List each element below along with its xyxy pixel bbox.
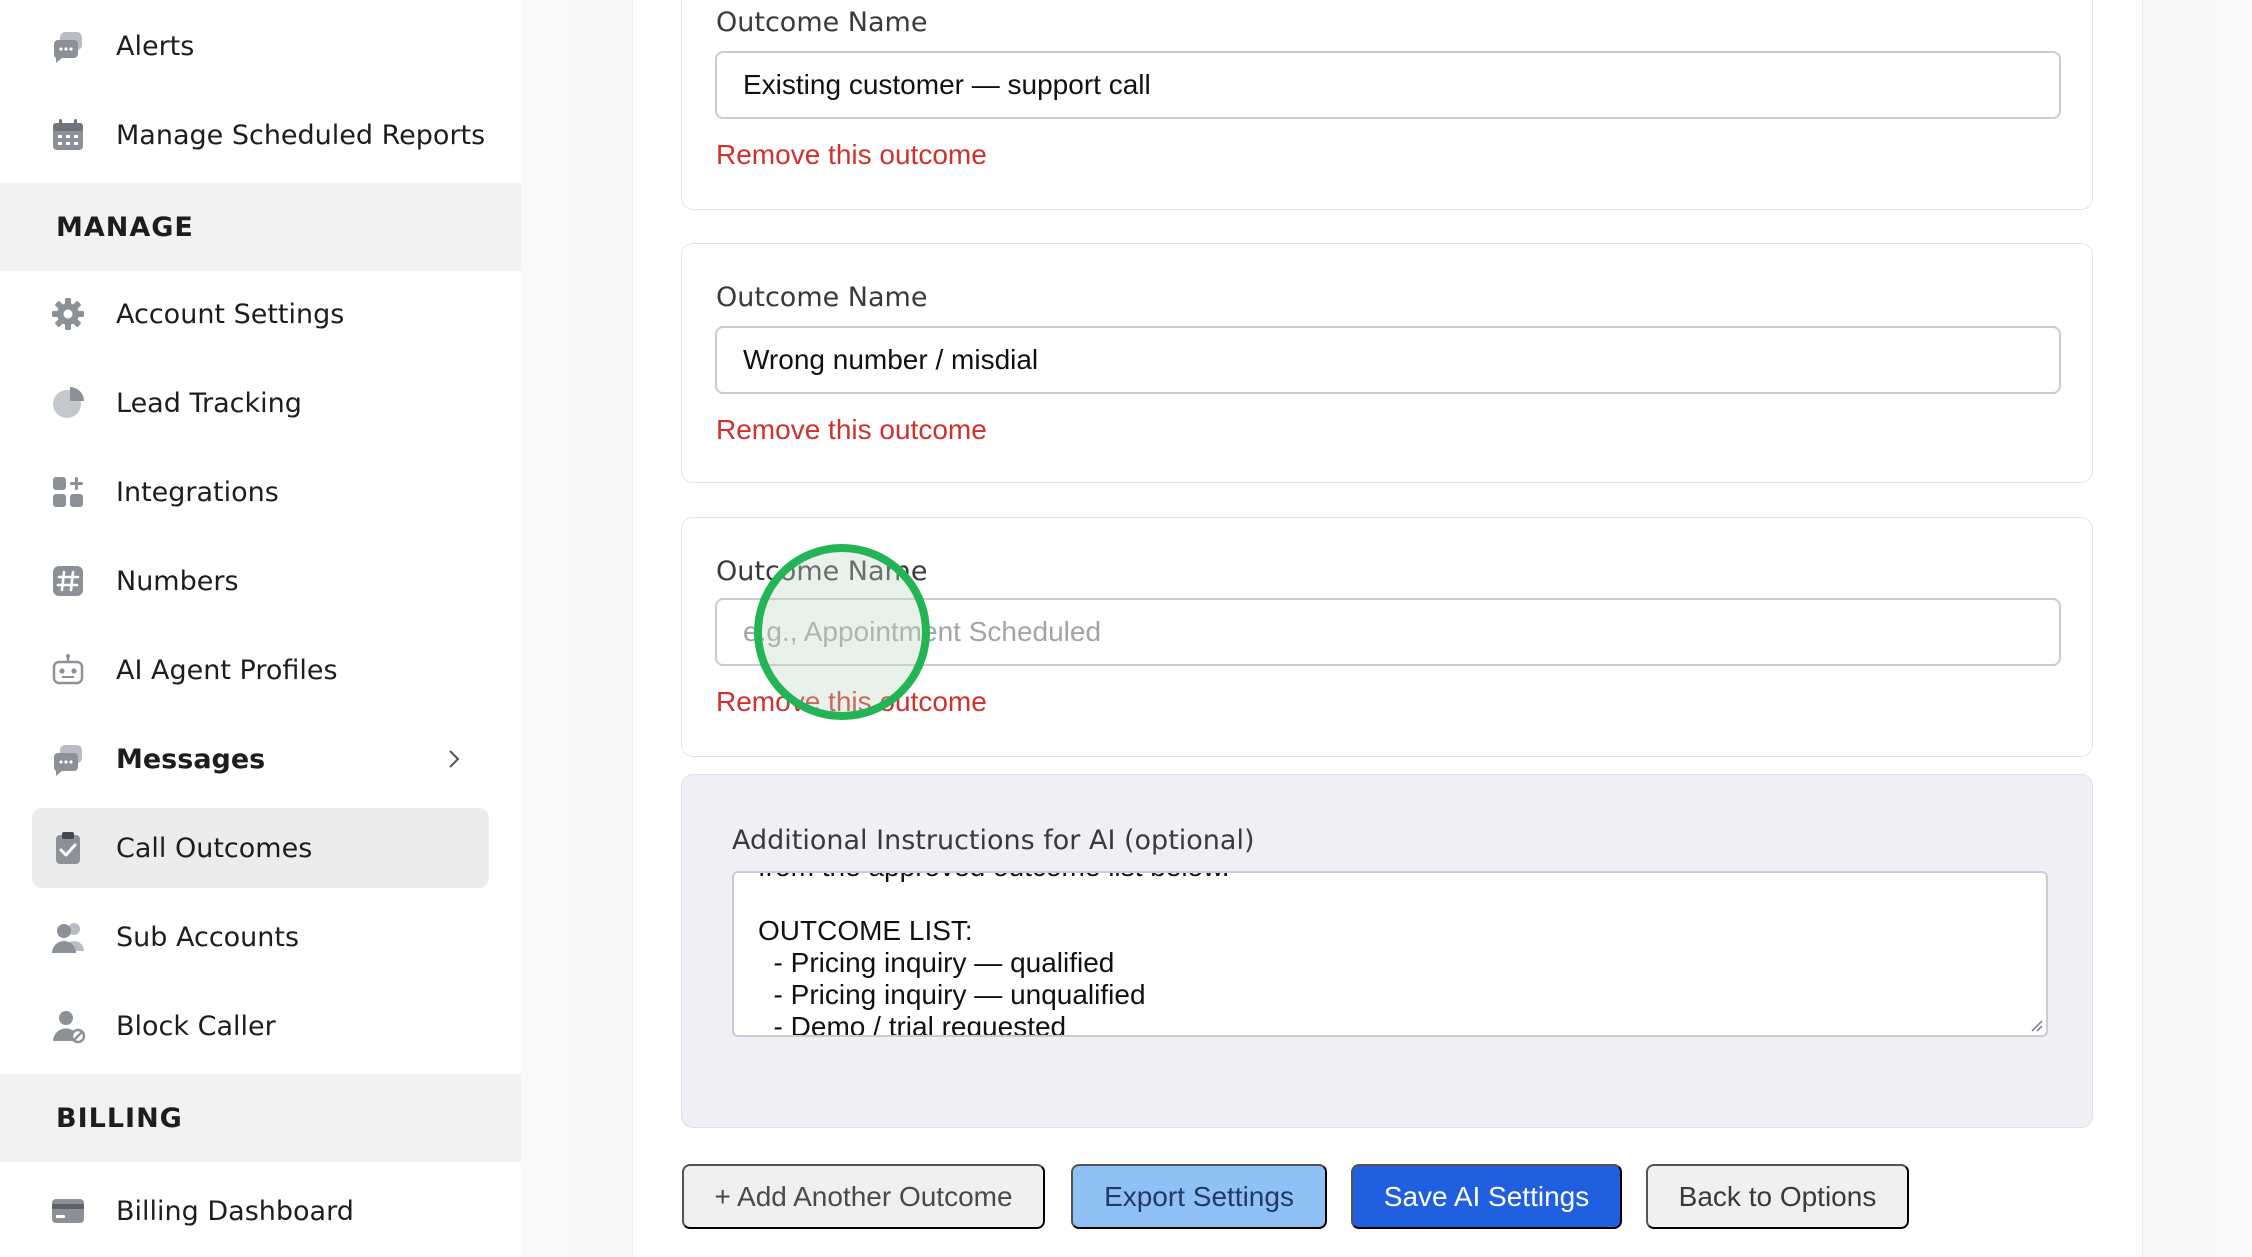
section-heading-billing: BILLING — [0, 1074, 521, 1162]
resize-grip-icon[interactable] — [2028, 1017, 2044, 1033]
grid-plus-icon — [40, 452, 96, 532]
outcome-card: Outcome Name Remove this outcome — [681, 243, 2093, 483]
outcome-card: Outcome Name Remove this outcome — [681, 0, 2093, 210]
sidebar-item-ai-agent-profiles[interactable]: AI Agent Profiles — [32, 630, 489, 710]
sidebar-item-label: Manage Scheduled Reports — [116, 119, 486, 151]
back-to-options-button[interactable]: Back to Options — [1646, 1164, 1909, 1229]
sidebar-item-label: Integrations — [116, 476, 279, 508]
outcome-name-input[interactable] — [715, 598, 2061, 666]
remove-outcome-link[interactable]: Remove this outcome — [716, 686, 987, 718]
gear-icon — [40, 274, 96, 354]
chat-bubbles-icon — [40, 719, 96, 799]
sidebar: Alerts Manage Scheduled Reports MANAGE A… — [0, 0, 521, 1257]
sidebar-item-numbers[interactable]: Numbers — [32, 541, 489, 621]
outcome-name-input[interactable] — [715, 326, 2061, 394]
section-heading-label: MANAGE — [56, 211, 194, 243]
outcome-name-label: Outcome Name — [716, 556, 928, 587]
outcome-name-label: Outcome Name — [716, 282, 928, 313]
sidebar-item-billing-dashboard[interactable]: Billing Dashboard — [32, 1171, 489, 1251]
additional-instructions-card: Additional Instructions for AI (optional… — [681, 774, 2093, 1128]
section-heading-manage: MANAGE — [0, 183, 521, 271]
sidebar-item-block-caller[interactable]: Block Caller — [32, 986, 489, 1066]
user-block-icon — [40, 986, 96, 1066]
sidebar-item-label: Numbers — [116, 565, 239, 597]
save-ai-settings-button[interactable]: Save AI Settings — [1351, 1164, 1622, 1229]
add-another-outcome-button[interactable]: + Add Another Outcome — [682, 1164, 1045, 1229]
chevron-right-icon[interactable] — [443, 719, 465, 799]
outcome-name-label: Outcome Name — [716, 7, 928, 38]
credit-card-icon — [40, 1171, 96, 1251]
section-heading-label: BILLING — [56, 1102, 183, 1134]
sidebar-item-label: Alerts — [116, 30, 195, 62]
export-settings-button[interactable]: Export Settings — [1071, 1164, 1327, 1229]
sidebar-item-label: Messages — [116, 743, 266, 775]
sidebar-item-integrations[interactable]: Integrations — [32, 452, 489, 532]
hash-icon — [40, 541, 96, 621]
chat-bubbles-icon — [40, 6, 96, 86]
remove-outcome-link[interactable]: Remove this outcome — [716, 414, 987, 446]
calendar-icon — [40, 95, 96, 175]
clipboard-check-icon — [40, 808, 96, 888]
sidebar-item-label: Lead Tracking — [116, 387, 302, 419]
sidebar-item-lead-tracking[interactable]: Lead Tracking — [32, 363, 489, 443]
instructions-label: Additional Instructions for AI (optional… — [732, 825, 1255, 856]
instructions-text: from the approved outcome list below. OU… — [758, 873, 1230, 1037]
sidebar-item-label: Account Settings — [116, 298, 345, 330]
outcome-card: Outcome Name Remove this outcome — [681, 517, 2093, 757]
sidebar-item-sub-accounts[interactable]: Sub Accounts — [32, 897, 489, 977]
sidebar-item-messages[interactable]: Messages — [32, 719, 489, 799]
users-icon — [40, 897, 96, 977]
pie-chart-icon — [40, 363, 96, 443]
sidebar-item-label: AI Agent Profiles — [116, 654, 338, 686]
instructions-textarea[interactable]: from the approved outcome list below. OU… — [732, 871, 2048, 1037]
sidebar-item-label: Block Caller — [116, 1010, 276, 1042]
sidebar-item-label: Sub Accounts — [116, 921, 300, 953]
sidebar-item-account-settings[interactable]: Account Settings — [32, 274, 489, 354]
sidebar-item-manage-scheduled-reports[interactable]: Manage Scheduled Reports — [32, 95, 489, 175]
sidebar-item-label: Call Outcomes — [116, 832, 313, 864]
remove-outcome-link[interactable]: Remove this outcome — [716, 139, 987, 171]
sidebar-item-alerts[interactable]: Alerts — [32, 6, 489, 86]
outcome-name-input[interactable] — [715, 51, 2061, 119]
sidebar-item-call-outcomes[interactable]: Call Outcomes — [32, 808, 489, 888]
sidebar-item-label: Billing Dashboard — [116, 1195, 354, 1227]
robot-icon — [40, 630, 96, 710]
